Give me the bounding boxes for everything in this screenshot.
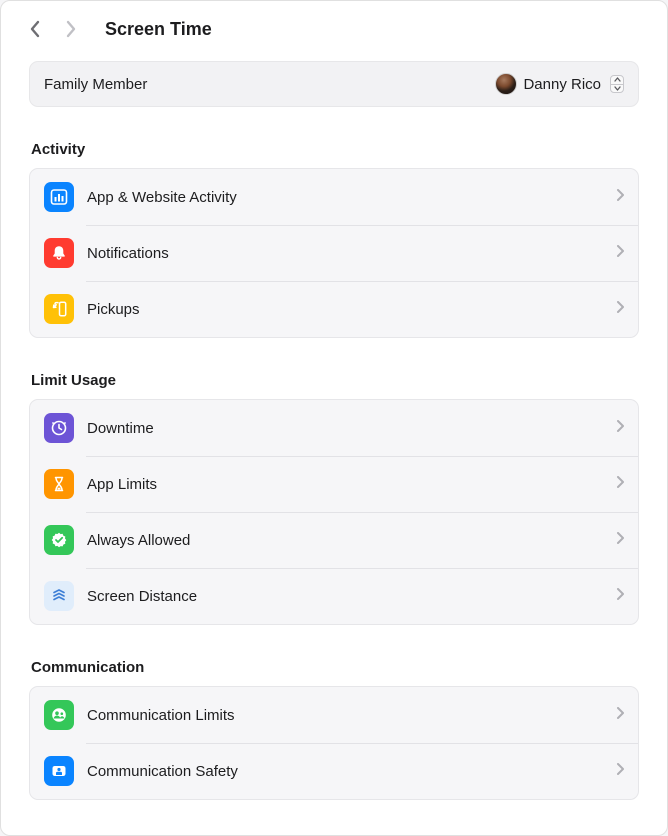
row-downtime[interactable]: Downtime [30, 400, 638, 456]
chevron-right-icon [616, 706, 624, 724]
row-label: Downtime [87, 420, 616, 437]
section-activity: Activity App & Website Activity Notifica… [29, 141, 639, 338]
chevron-right-icon [616, 419, 624, 437]
row-label: Communication Limits [87, 707, 616, 724]
row-label: App & Website Activity [87, 189, 616, 206]
chevron-right-icon [616, 762, 624, 780]
section-limit-usage: Limit Usage Downtime App Limits [29, 372, 639, 625]
chevron-right-icon [616, 587, 624, 605]
chevron-right-icon [616, 300, 624, 318]
row-label: Screen Distance [87, 588, 616, 605]
row-screen-distance[interactable]: Screen Distance [30, 568, 638, 624]
chart-bar-icon [44, 182, 74, 212]
communication-safety-icon [44, 756, 74, 786]
bell-icon [44, 238, 74, 268]
row-app-website-activity[interactable]: App & Website Activity [30, 169, 638, 225]
row-label: Communication Safety [87, 763, 616, 780]
row-communication-limits[interactable]: Communication Limits [30, 687, 638, 743]
clock-icon [44, 413, 74, 443]
row-label: Pickups [87, 301, 616, 318]
checkmark-seal-icon [44, 525, 74, 555]
list-limit-usage: Downtime App Limits Always Allowed [29, 399, 639, 625]
row-always-allowed[interactable]: Always Allowed [30, 512, 638, 568]
row-label: Always Allowed [87, 532, 616, 549]
section-communication: Communication Communication Limits Commu… [29, 659, 639, 800]
page-title: Screen Time [105, 19, 212, 40]
family-member-name: Danny Rico [523, 76, 601, 93]
forward-button[interactable] [57, 15, 85, 43]
section-title-limit-usage: Limit Usage [29, 372, 639, 389]
chevron-right-icon [616, 531, 624, 549]
row-pickups[interactable]: Pickups [30, 281, 638, 337]
screen-distance-icon [44, 581, 74, 611]
avatar [495, 73, 517, 95]
back-button[interactable] [21, 15, 49, 43]
section-title-communication: Communication [29, 659, 639, 676]
row-label: Notifications [87, 245, 616, 262]
row-notifications[interactable]: Notifications [30, 225, 638, 281]
row-app-limits[interactable]: App Limits [30, 456, 638, 512]
communication-limits-icon [44, 700, 74, 730]
section-title-activity: Activity [29, 141, 639, 158]
chevron-right-icon [616, 475, 624, 493]
family-member-label: Family Member [44, 76, 147, 93]
hourglass-icon [44, 469, 74, 499]
family-member-selector[interactable]: Family Member Danny Rico [29, 61, 639, 107]
row-communication-safety[interactable]: Communication Safety [30, 743, 638, 799]
pickups-icon [44, 294, 74, 324]
row-label: App Limits [87, 476, 616, 493]
stepper-icon[interactable] [610, 75, 624, 93]
list-communication: Communication Limits Communication Safet… [29, 686, 639, 800]
chevron-right-icon [616, 244, 624, 262]
header: Screen Time [1, 1, 667, 61]
list-activity: App & Website Activity Notifications Pic… [29, 168, 639, 338]
chevron-right-icon [616, 188, 624, 206]
